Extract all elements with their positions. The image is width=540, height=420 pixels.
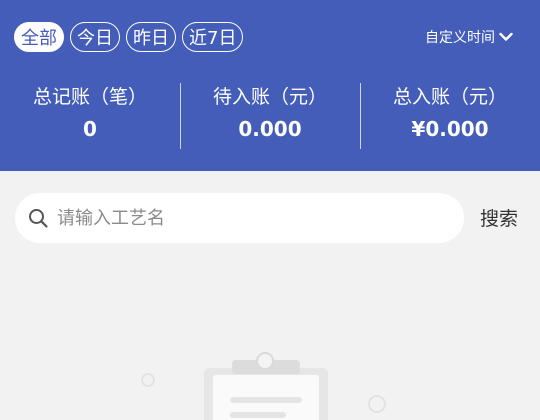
stat-pending-amount: 待入账（元） 0.000 [180,82,360,150]
clipboard-icon [141,352,386,420]
summary-header: 全部 今日 昨日 近7日 自定义时间 总记账（笔） 0 待入账（元） 0.000… [0,0,540,171]
stat-value: ¥0.000 [411,117,489,141]
filter-chip-today[interactable]: 今日 [70,22,120,52]
search-bar [15,193,464,243]
chevron-down-icon [499,32,513,41]
filter-chip-last-7-days[interactable]: 近7日 [182,22,244,52]
search-button[interactable]: 搜索 [480,205,518,233]
filter-chip-yesterday[interactable]: 昨日 [126,22,176,52]
stat-total-income: 总入账（元） ¥0.000 [360,82,540,150]
stats-row: 总记账（笔） 0 待入账（元） 0.000 总入账（元） ¥0.000 [0,82,540,150]
filter-chip-all[interactable]: 全部 [14,22,64,52]
custom-time-label: 自定义时间 [425,30,495,46]
custom-time-selector[interactable]: 自定义时间 [425,27,514,47]
stat-value: 0 [83,117,97,141]
search-input[interactable] [55,206,439,230]
search-icon [29,209,48,228]
stat-value: 0.000 [238,117,302,141]
stat-total-records: 总记账（笔） 0 [0,82,180,150]
stat-label: 待入账（元） [212,86,327,108]
stat-label: 总记账（笔） [32,86,147,108]
stat-label: 总入账（元） [392,86,507,108]
date-filter-group: 全部 今日 昨日 近7日 [14,22,244,52]
